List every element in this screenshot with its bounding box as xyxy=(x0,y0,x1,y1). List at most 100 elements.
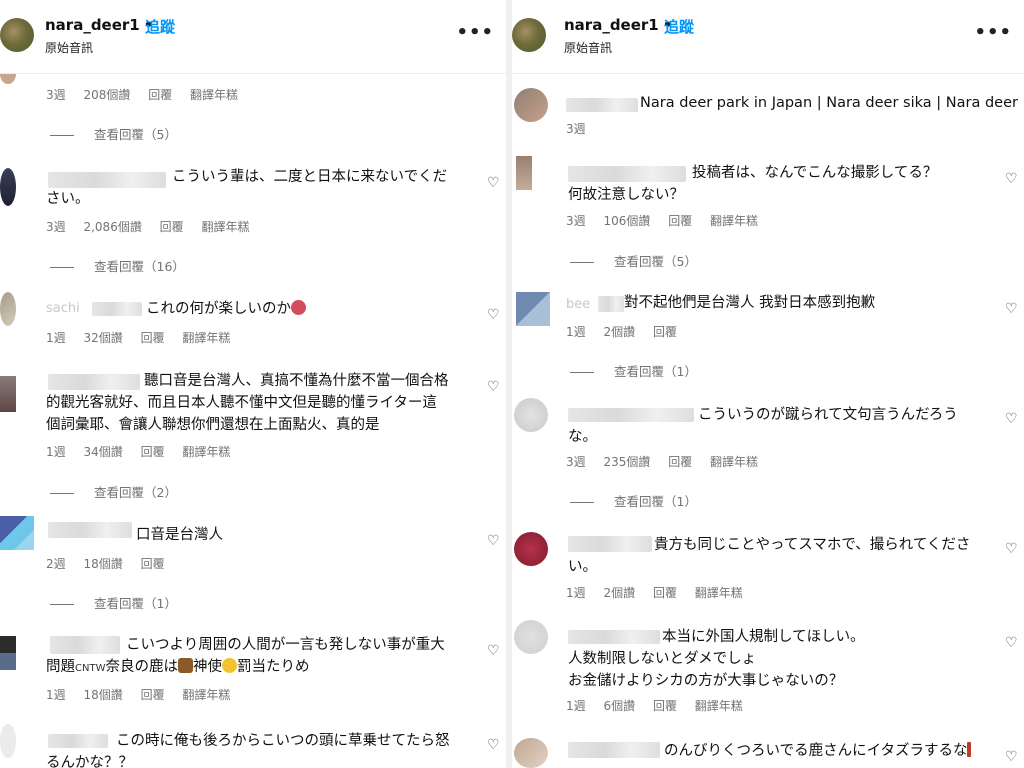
reply-button[interactable]: 回覆 xyxy=(668,214,692,228)
view-replies-button[interactable]: 查看回覆（2） xyxy=(50,482,177,501)
follow-button[interactable]: 追蹤 xyxy=(664,16,694,37)
original-audio-link[interactable]: 原始音訊 xyxy=(564,39,612,56)
like-count[interactable]: 2個讚 xyxy=(603,586,635,600)
heart-icon[interactable]: ♡ xyxy=(1005,412,1019,426)
reply-button[interactable]: 回覆 xyxy=(141,688,165,702)
blurred-username xyxy=(598,296,624,312)
view-replies-button[interactable]: 查看回覆（5） xyxy=(570,251,697,270)
heart-icon[interactable]: ♡ xyxy=(1005,542,1019,556)
comment-text: 的觀光客就好、而且日本人聽不懂中文但是聽的懂ライター這 xyxy=(46,395,437,411)
heart-icon[interactable]: ♡ xyxy=(1005,636,1019,650)
right-screenshot: nara_deer1 • 追蹤 原始音訊 ••• Nara deer park i… xyxy=(512,0,1024,768)
reply-button[interactable]: 回覆 xyxy=(148,88,172,102)
account-avatar[interactable] xyxy=(512,18,546,52)
comment-age: 3週 xyxy=(46,220,66,234)
heart-icon[interactable]: ♡ xyxy=(487,738,501,752)
comment-meta: 2週 18個讚 回覆 xyxy=(46,555,179,572)
translate-button[interactable]: 翻譯年糕 xyxy=(182,331,230,345)
reply-button[interactable]: 回覆 xyxy=(653,586,677,600)
translate-button[interactable]: 翻譯年糕 xyxy=(710,214,758,228)
comment-avatar[interactable] xyxy=(0,724,16,758)
heart-icon[interactable]: ♡ xyxy=(1005,172,1019,186)
angel-emoji-icon xyxy=(221,658,237,673)
comment-avatar[interactable] xyxy=(0,292,16,326)
translate-button[interactable]: 翻譯年糕 xyxy=(710,455,758,469)
reply-button[interactable]: 回覆 xyxy=(141,331,165,345)
heart-icon[interactable]: ♡ xyxy=(487,380,501,394)
like-count[interactable]: 32個讚 xyxy=(83,331,122,345)
view-replies-button[interactable]: 查看回覆（1） xyxy=(570,491,697,510)
view-replies-label: 查看回覆（5） xyxy=(614,254,697,269)
comment-avatar[interactable] xyxy=(0,376,16,412)
comment-avatar[interactable] xyxy=(0,168,16,206)
replies-divider xyxy=(570,502,594,503)
like-count[interactable]: 106個讚 xyxy=(603,214,650,228)
comment-avatar[interactable] xyxy=(516,156,532,190)
comment-meta: 3週 208個讚 回覆 翻譯年糕 xyxy=(46,86,252,103)
heart-icon[interactable]: ♡ xyxy=(487,176,501,190)
translate-button[interactable]: 翻譯年糕 xyxy=(202,220,250,234)
reply-button[interactable]: 回覆 xyxy=(141,445,165,459)
comment-age: 3週 xyxy=(566,122,586,136)
comment-avatar[interactable] xyxy=(0,636,16,670)
like-count[interactable]: 208個讚 xyxy=(83,88,130,102)
follow-button[interactable]: 追蹤 xyxy=(145,16,175,37)
reply-button[interactable]: 回覆 xyxy=(160,220,184,234)
like-count[interactable]: 18個讚 xyxy=(83,557,122,571)
comment-text: な。 xyxy=(568,429,597,445)
translate-button[interactable]: 翻譯年糕 xyxy=(182,445,230,459)
view-replies-button[interactable]: 查看回覆（1） xyxy=(50,593,177,612)
view-replies-label: 查看回覆（1） xyxy=(614,494,697,509)
blurred-username xyxy=(48,374,140,390)
username-text[interactable]: nara_deer1 xyxy=(45,16,140,34)
post-header: nara_deer1 • 追蹤 原始音訊 ••• xyxy=(0,0,506,74)
view-replies-button[interactable]: 查看回覆（5） xyxy=(50,124,177,143)
reply-button[interactable]: 回覆 xyxy=(653,325,677,339)
comment-meta: 3週 235個讚 回覆 翻譯年糕 xyxy=(566,453,772,470)
view-replies-button[interactable]: 查看回覆（1） xyxy=(570,361,697,380)
translate-button[interactable]: 翻譯年糕 xyxy=(182,688,230,702)
reply-button[interactable]: 回覆 xyxy=(141,557,165,571)
like-count[interactable]: 6個讚 xyxy=(603,699,635,713)
like-count[interactable]: 18個讚 xyxy=(83,688,122,702)
reply-button[interactable]: 回覆 xyxy=(653,699,677,713)
blurred-username: bee xyxy=(566,297,591,312)
comment-avatar[interactable] xyxy=(516,292,550,326)
heart-icon[interactable]: ♡ xyxy=(1005,750,1019,764)
comment-text-content: 問題 xyxy=(46,659,75,675)
translate-button[interactable]: 翻譯年糕 xyxy=(695,586,743,600)
replies-divider xyxy=(50,493,74,494)
heart-icon[interactable]: ♡ xyxy=(487,534,501,548)
comment-avatar[interactable] xyxy=(514,738,548,768)
comment-avatar[interactable] xyxy=(514,88,548,122)
translate-button[interactable]: 翻譯年糕 xyxy=(190,88,238,102)
original-audio-link[interactable]: 原始音訊 xyxy=(45,39,93,56)
username-text[interactable]: nara_deer1 xyxy=(564,16,659,34)
comment-avatar[interactable] xyxy=(514,532,548,566)
comment-avatar[interactable] xyxy=(0,516,34,550)
like-count[interactable]: 235個讚 xyxy=(603,455,650,469)
view-replies-button[interactable]: 查看回覆（16） xyxy=(50,256,185,275)
comment-avatar[interactable] xyxy=(514,620,548,654)
reply-button[interactable]: 回覆 xyxy=(668,455,692,469)
heart-icon[interactable]: ♡ xyxy=(1005,302,1019,316)
like-count[interactable]: 34個讚 xyxy=(83,445,122,459)
comment-text: 貴方も同じことやってスマホで、撮られてくださ xyxy=(654,537,971,553)
username[interactable]: nara_deer1 • xyxy=(564,16,678,34)
more-options-icon[interactable]: ••• xyxy=(974,22,1012,43)
heart-icon[interactable]: ♡ xyxy=(487,308,501,322)
comment-text: お金儲けよりシカの方が大事じゃないの？ xyxy=(568,673,844,689)
like-count[interactable]: 2個讚 xyxy=(603,325,635,339)
account-avatar[interactable] xyxy=(0,18,34,52)
username[interactable]: nara_deer1 • xyxy=(45,16,159,34)
heart-icon[interactable]: ♡ xyxy=(487,644,501,658)
comment-text: 個詞彙耶、會讓人聯想你們還想在上面點火、真的是 xyxy=(46,417,380,433)
blurred-username: sachi xyxy=(46,301,80,316)
comment-text: 人数制限しないとダメでしょ xyxy=(568,651,757,667)
translate-button[interactable]: 翻譯年糕 xyxy=(695,699,743,713)
comment-text: い。 xyxy=(568,559,597,575)
replies-divider xyxy=(50,135,74,136)
more-options-icon[interactable]: ••• xyxy=(456,22,494,43)
comment-avatar[interactable] xyxy=(514,398,548,432)
like-count[interactable]: 2,086個讚 xyxy=(83,220,141,234)
